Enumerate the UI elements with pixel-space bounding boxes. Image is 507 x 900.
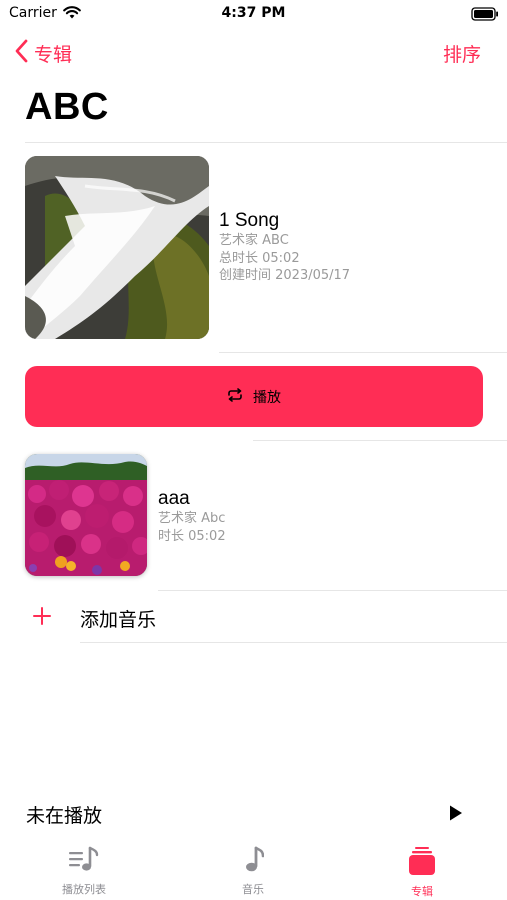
- music-note-icon: [242, 846, 265, 878]
- divider: [80, 642, 507, 643]
- album-cover-image: [25, 156, 209, 339]
- album-artist: 艺术家 ABC: [219, 233, 289, 248]
- tab-playlists-label: 播放列表: [62, 883, 106, 896]
- divider: [25, 142, 507, 143]
- divider: [219, 352, 507, 353]
- play-icon[interactable]: [448, 804, 464, 826]
- track-info: aaa 艺术家 Abc 时长 05:02: [158, 488, 226, 545]
- tab-albums-label: 专辑: [411, 885, 433, 898]
- tab-music-label: 音乐: [242, 883, 264, 896]
- mini-player[interactable]: 未在播放: [0, 796, 507, 834]
- tab-playlists[interactable]: 播放列表: [24, 846, 144, 897]
- repeat-icon: [227, 387, 243, 406]
- track-cover-image: [25, 454, 147, 576]
- album-info: 1 Song 艺术家 ABC 总时长 05:02 创建时间 2023/05/17: [219, 210, 350, 285]
- now-playing-title: 未在播放: [26, 805, 103, 827]
- tab-albums[interactable]: 专辑: [362, 846, 482, 899]
- battery-icon: [471, 6, 499, 25]
- track-duration: 时长 05:02: [158, 528, 226, 544]
- chevron-left-icon: [14, 39, 28, 67]
- play-button[interactable]: 播放: [25, 366, 483, 427]
- divider: [253, 440, 507, 441]
- playlist-icon: [68, 846, 100, 878]
- status-time: 4:37 PM: [221, 5, 286, 21]
- track-artist: 艺术家 Abc: [158, 511, 226, 526]
- tab-bar: 播放列表 音乐 专辑: [0, 840, 507, 900]
- plus-icon: [33, 605, 51, 629]
- play-button-label: 播放: [253, 389, 281, 406]
- album-created-date: 创建时间 2023/05/17: [219, 268, 351, 283]
- page-title: ABC: [25, 86, 109, 128]
- back-button-label: 专辑: [34, 43, 73, 66]
- back-button[interactable]: 专辑: [14, 38, 72, 68]
- add-music-button[interactable]: 添加音乐: [0, 592, 507, 642]
- album-total-duration: 总时长 05:02: [219, 250, 300, 266]
- tab-music[interactable]: 音乐: [193, 846, 313, 897]
- divider: [158, 590, 507, 591]
- add-music-label: 添加音乐: [80, 609, 157, 631]
- track-title: aaa: [158, 488, 190, 509]
- sort-button[interactable]: 排序: [443, 40, 481, 67]
- status-bar: Carrier 4:37 PM: [0, 0, 507, 28]
- navigation-bar: 专辑 排序: [0, 34, 507, 70]
- album-icon: [408, 846, 436, 880]
- song-count: 1 Song: [219, 210, 280, 231]
